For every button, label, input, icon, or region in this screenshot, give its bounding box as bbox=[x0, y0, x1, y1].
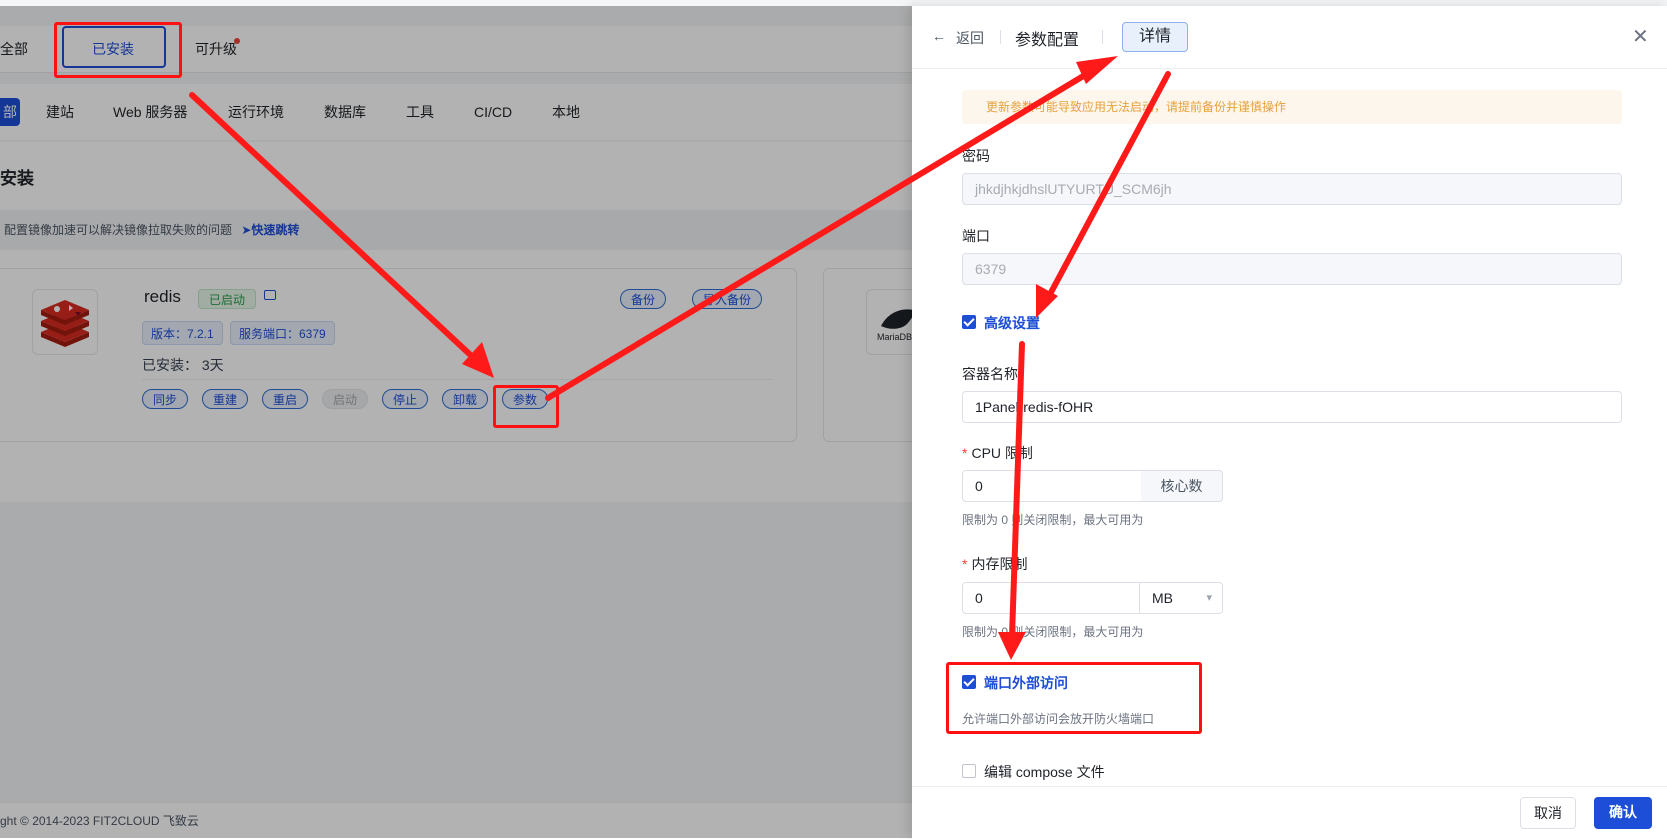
arrowhead-1 bbox=[462, 342, 494, 378]
arrow-advanced-to-external bbox=[1009, 341, 1025, 639]
arrowhead-4 bbox=[998, 632, 1026, 660]
arrow-installed-to-params bbox=[189, 92, 481, 365]
annotation-arrows bbox=[189, 56, 1171, 660]
arrow-params-to-detail bbox=[545, 69, 1093, 401]
arrow-detail-to-advanced bbox=[1045, 71, 1171, 301]
